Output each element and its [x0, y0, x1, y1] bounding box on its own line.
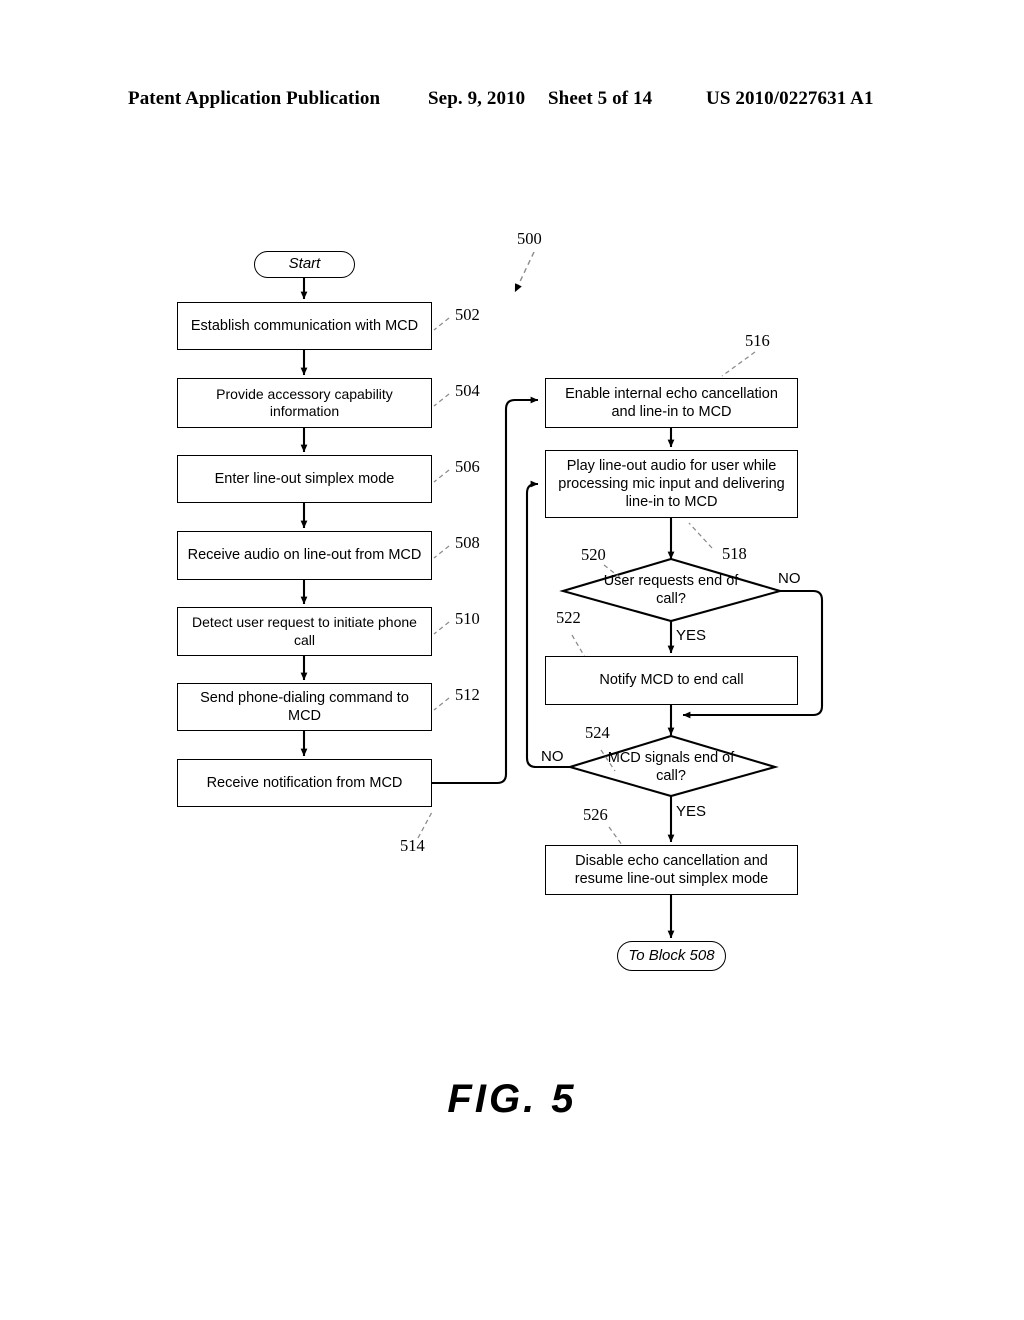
flow-ref-520: 520 — [581, 545, 606, 564]
flow-node-508: Receive audio on line-out from MCD — [177, 531, 432, 580]
figure-caption: FIG. 5 — [447, 1077, 577, 1121]
flow-node-506: Enter line-out simplex mode — [177, 455, 432, 503]
flow-ref-526: 526 — [583, 805, 608, 824]
flow-node-516-label: Enable internal echo cancellation and li… — [565, 385, 778, 420]
flow-ref-502: 502 — [455, 305, 480, 324]
flow-ref-512: 512 — [455, 685, 480, 704]
flow-decision-524-label: MCD signals end of call? — [607, 749, 735, 784]
flow-decision-520: User requests end of call? — [596, 566, 746, 614]
flow-node-526: Disable echo cancellation and resume lin… — [545, 845, 798, 895]
flow-node-518: Play line-out audio for user while proce… — [545, 450, 798, 518]
flow-ref-516: 516 — [745, 331, 770, 350]
flow-node-506-label: Enter line-out simplex mode — [214, 470, 395, 487]
patent-figure: 500 Start Establish communication with M… — [0, 0, 1024, 1320]
branch-label-520-yes: YES — [676, 627, 707, 644]
flow-ref-518: 518 — [722, 544, 747, 563]
flow-node-502-label: Establish communication with MCD — [190, 317, 419, 334]
flow-node-526-label: Disable echo cancellation and resume lin… — [574, 852, 769, 887]
flow-node-508-label: Receive audio on line-out from MCD — [187, 547, 422, 564]
flow-node-510-label: Detect user request to initiate phone ca… — [192, 614, 417, 648]
flow-node-518-label: Play line-out audio for user while proce… — [558, 457, 785, 511]
flow-node-516: Enable internal echo cancellation and li… — [545, 378, 798, 428]
flowchart-connectors — [300, 251, 824, 939]
flow-node-514: Receive notification from MCD — [177, 759, 432, 807]
flow-node-512-label: Send phone-dialing command to MCD — [200, 689, 409, 724]
diagram-ref-500: 500 — [517, 229, 542, 248]
flow-ref-514: 514 — [400, 836, 425, 855]
flow-node-522-label: Notify MCD to end call — [599, 672, 744, 689]
flow-node-502: Establish communication with MCD — [177, 302, 432, 350]
flow-ref-522: 522 — [556, 608, 581, 627]
flow-terminal-to-block-508: To Block 508 — [617, 941, 726, 971]
flow-ref-508: 508 — [455, 533, 480, 552]
flow-node-504: Provide accessory capability information — [177, 378, 432, 428]
flow-ref-524: 524 — [585, 723, 610, 742]
branch-label-520-no: NO — [778, 570, 801, 587]
flow-node-504-label: Provide accessory capability information — [216, 385, 393, 420]
flow-decision-520-label: User requests end of call? — [603, 572, 739, 607]
flow-ref-510: 510 — [455, 609, 480, 628]
flow-ref-506: 506 — [455, 457, 480, 476]
flow-node-514-label: Receive notification from MCD — [206, 774, 403, 791]
flow-terminal-start: Start — [254, 251, 355, 278]
flow-ref-504: 504 — [455, 381, 480, 400]
flow-decision-524: MCD signals end of call? — [601, 743, 741, 791]
flow-terminal-to-block-508-label: To Block 508 — [628, 946, 715, 964]
branch-label-524-no: NO — [541, 748, 564, 765]
branch-label-524-yes: YES — [676, 803, 707, 820]
flow-node-522: Notify MCD to end call — [545, 656, 798, 705]
flow-node-512: Send phone-dialing command to MCD — [177, 683, 432, 731]
flow-node-510: Detect user request to initiate phone ca… — [177, 607, 432, 656]
flow-terminal-start-label: Start — [288, 255, 321, 273]
